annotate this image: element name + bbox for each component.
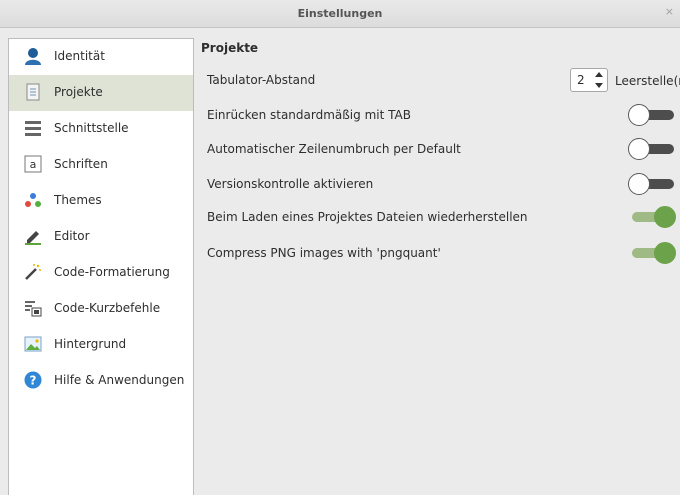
toggle-knob [628,104,650,126]
toggle-label: Compress PNG images with 'pngquant' [207,246,441,260]
magic-wand-icon [25,264,41,280]
sidebar-item-label: Projekte [54,85,103,99]
spin-up-icon[interactable] [595,72,603,77]
sidebar-item-hintergrund[interactable]: Hintergrund [9,327,193,363]
font-icon: a [24,155,42,173]
toggle-label: Versionskontrolle aktivieren [207,177,374,191]
toggle-label: Automatischer Zeilenumbruch per Default [207,142,461,156]
toggle-switch[interactable] [628,138,676,160]
sidebar-item-projekte[interactable]: Projekte [9,75,193,111]
sidebar-item-schriften[interactable]: a Schriften [9,147,193,183]
close-icon[interactable]: × [665,5,674,18]
sidebar-item-schnittstelle[interactable]: Schnittstelle [9,111,193,147]
toggle-switch[interactable] [628,206,676,228]
sidebar-item-label: Code-Formatierung [54,265,170,279]
menu-icon [25,121,41,136]
toggle-knob [654,242,676,264]
sidebar-item-identitaet[interactable]: Identität [9,39,193,75]
toggle-label: Einrücken standardmäßig mit TAB [207,108,411,122]
toggle-switch[interactable] [628,242,676,264]
sidebar-item-label: Themes [54,193,102,207]
title-bar: Einstellungen × [0,0,680,28]
sidebar-item-code-formatierung[interactable]: Code-Formatierung [9,255,193,291]
snippet-icon [25,301,42,317]
toggle-knob [628,138,650,160]
document-icon [26,83,40,101]
tab-spacing-value: 2 [577,73,585,87]
palette-icon [25,193,41,207]
svg-text:a: a [30,158,37,171]
sidebar-item-hilfe-anwendungen[interactable]: ? Hilfe & Anwendungen [9,363,193,399]
sidebar-item-label: Hintergrund [54,337,127,351]
sidebar-item-label: Hilfe & Anwendungen [54,373,185,387]
tab-spacing-spinbox[interactable]: 2 [570,68,608,92]
toggle-knob [628,173,650,195]
sidebar-item-label: Schriften [54,157,108,171]
image-icon [24,336,42,352]
sidebar-item-label: Schnittstelle [54,121,129,135]
toggle-label: Beim Laden eines Projektes Dateien wiede… [207,210,528,224]
sidebar-item-label: Code-Kurzbefehle [54,301,161,315]
window-title: Einstellungen [297,7,383,20]
toggle-knob [654,206,676,228]
section-title: Projekte [201,41,259,55]
toggle-switch[interactable] [628,104,676,126]
sidebar: Identität Projekte Schnittstelle a Schri… [8,38,194,495]
svg-text:?: ? [30,374,37,388]
tab-spacing-unit: Leerstelle(n [615,74,680,88]
sidebar-item-editor[interactable]: Editor [9,219,193,255]
sidebar-item-label: Editor [54,229,90,243]
tab-spacing-label: Tabulator-Abstand [207,73,316,87]
settings-panel: Projekte Tabulator-Abstand 2 Leerstelle(… [194,28,680,495]
help-icon: ? [24,371,42,389]
spin-down-icon[interactable] [595,83,603,88]
pencil-icon [25,231,41,245]
sidebar-item-label: Identität [54,49,105,63]
toggle-switch[interactable] [628,173,676,195]
sidebar-item-themes[interactable]: Themes [9,183,193,219]
user-icon [25,48,41,65]
sidebar-item-code-kurzbefehle[interactable]: Code-Kurzbefehle [9,291,193,327]
